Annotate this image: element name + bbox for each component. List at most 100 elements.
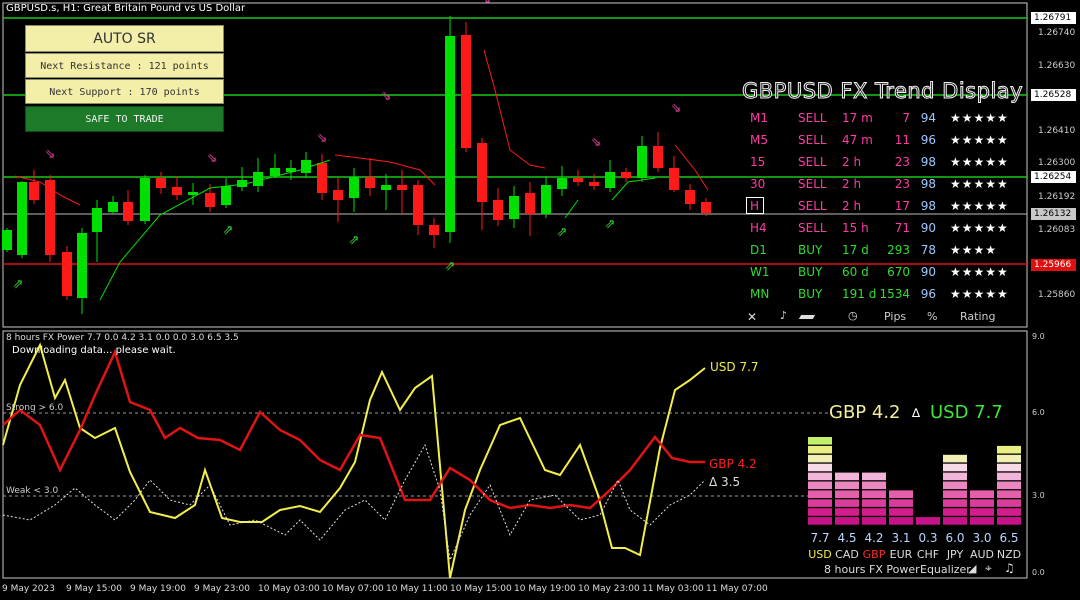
candle-body bbox=[573, 178, 583, 182]
trend-dur: 2 h bbox=[842, 199, 862, 213]
time-tick: 9 May 15:00 bbox=[66, 584, 122, 594]
trend-dur: 2 h bbox=[842, 177, 862, 191]
level-tag-resistance: 1.26528 bbox=[1031, 89, 1076, 101]
price-tick: 1.26630 bbox=[1038, 61, 1076, 71]
crosshair-icon[interactable]: ⌖ bbox=[985, 561, 992, 576]
trend-row-15[interactable]: 15 SELL 2 h 23 98 ★★★★★ bbox=[738, 152, 1030, 172]
fx-power-label: FX Power bbox=[869, 563, 920, 576]
power-y-tick: 6.0 bbox=[1032, 408, 1045, 417]
trend-dur: 17 m bbox=[842, 111, 873, 125]
equalizer-segment bbox=[916, 517, 940, 525]
sell-arrow-icon: ⇘ bbox=[671, 101, 682, 116]
candle-body bbox=[653, 146, 663, 168]
clock-icon[interactable]: ◷ bbox=[848, 309, 858, 322]
equalizer-currency-aud[interactable]: AUD bbox=[968, 548, 996, 561]
equalizer-segment bbox=[997, 499, 1021, 507]
candle-body bbox=[270, 168, 280, 176]
gbp-line-label: GBP 4.2 bbox=[709, 457, 757, 471]
pips-header: Pips bbox=[884, 310, 907, 323]
candle-body bbox=[685, 190, 695, 204]
buy-arrow-icon: ⇗ bbox=[445, 259, 456, 274]
line-style-icon[interactable] bbox=[798, 315, 816, 319]
trend-stars: ★★★★★ bbox=[950, 177, 1009, 191]
trend-row-d1[interactable]: D1 BUY 17 d 293 78 ★★★★ bbox=[738, 240, 1030, 260]
equalizer-segment bbox=[835, 499, 859, 507]
equalizer-segment bbox=[862, 481, 886, 490]
trail-bear bbox=[674, 144, 709, 191]
trend-stars: ★★★★★ bbox=[950, 287, 1009, 301]
trend-pct: 78 bbox=[920, 243, 936, 257]
gbp-power-line bbox=[2, 348, 705, 510]
equalizer-currency-jpy[interactable]: JPY bbox=[941, 548, 969, 561]
strong-level-label: Strong > 6.0 bbox=[6, 403, 64, 413]
trend-row-w1[interactable]: W1 BUY 60 d 670 90 ★★★★★ bbox=[738, 262, 1030, 282]
candle-body bbox=[92, 208, 102, 232]
trend-row-mn[interactable]: MN BUY 191 d 1534 96 ★★★★★ bbox=[738, 284, 1030, 304]
current-timeframe-box bbox=[746, 197, 764, 214]
time-tick: 10 May 15:00 bbox=[450, 584, 512, 594]
equalizer-segment bbox=[943, 508, 967, 516]
equalizer-segment bbox=[835, 481, 859, 490]
candle-body bbox=[333, 190, 343, 200]
candle-body bbox=[205, 193, 215, 207]
music-note-icon[interactable]: ♪ bbox=[780, 309, 787, 322]
candle-body bbox=[461, 35, 471, 148]
equalizer-segment bbox=[862, 472, 886, 481]
equalizer-currency-eur[interactable]: EUR bbox=[887, 548, 915, 561]
trail-bear bbox=[483, 49, 546, 169]
weak-level-label: Weak < 3.0 bbox=[6, 486, 59, 496]
trend-row-m5[interactable]: M5 SELL 47 m 11 96 ★★★★★ bbox=[738, 130, 1030, 150]
equalizer-segment bbox=[808, 517, 832, 525]
candle-body bbox=[62, 252, 72, 296]
trend-dur: 2 h bbox=[842, 155, 862, 169]
mode-selector[interactable]: Equalizer bbox=[920, 563, 971, 576]
candle-body bbox=[156, 178, 166, 188]
trend-row-h4[interactable]: H4 SELL 15 h 71 90 ★★★★★ bbox=[738, 218, 1030, 238]
candle-body bbox=[637, 146, 647, 178]
sell-arrow-icon: ⇘ bbox=[207, 151, 218, 166]
equalizer-segment bbox=[970, 517, 994, 525]
equalizer-segment bbox=[943, 454, 967, 463]
equalizer-segment bbox=[889, 508, 913, 516]
candle-body bbox=[525, 193, 535, 214]
trend-row-h[interactable]: H SELL 2 h 17 98 ★★★★★ bbox=[738, 196, 1030, 216]
equalizer-value: 7.7 bbox=[810, 531, 830, 545]
close-icon[interactable]: ✕ bbox=[747, 310, 757, 324]
equalizer-currency-chf[interactable]: CHF bbox=[914, 548, 942, 561]
candle-body bbox=[123, 202, 133, 221]
equalizer-currency-cad[interactable]: CAD bbox=[833, 548, 861, 561]
triangle-icon[interactable]: ◢ bbox=[968, 562, 976, 575]
equalizer-currency-gbp[interactable]: GBP bbox=[860, 548, 888, 561]
safe-to-trade-status: SAFE TO TRADE bbox=[25, 106, 224, 132]
music-note-icon[interactable]: ♫ bbox=[1004, 561, 1015, 575]
next-resistance-label: Next Resistance : 121 points bbox=[25, 53, 224, 78]
trend-dur: 60 d bbox=[842, 265, 869, 279]
candle-body bbox=[108, 202, 118, 212]
trend-pips: 1534 bbox=[879, 287, 910, 301]
trend-stars: ★★★★ bbox=[950, 243, 998, 257]
candle-body bbox=[172, 187, 182, 195]
buy-arrow-icon: ⇗ bbox=[605, 217, 616, 232]
equalizer-currency-nzd[interactable]: NZD bbox=[995, 548, 1023, 561]
trend-pct: 98 bbox=[920, 155, 936, 169]
level-tag-top: 1.26791 bbox=[1031, 12, 1076, 24]
trend-tf: 30 bbox=[750, 177, 766, 191]
equalizer-value: 6.0 bbox=[945, 531, 965, 545]
equalizer-bars bbox=[808, 437, 1021, 525]
trend-dur: 15 h bbox=[842, 221, 869, 235]
buy-arrow-icon: ⇗ bbox=[223, 223, 234, 238]
trend-signal: SELL bbox=[798, 155, 827, 169]
trend-row-m1[interactable]: M1 SELL 17 m 7 94 ★★★★★ bbox=[738, 108, 1030, 128]
trend-row-30[interactable]: 30 SELL 2 h 23 98 ★★★★★ bbox=[738, 174, 1030, 194]
power-y-tick: 0.0 bbox=[1032, 568, 1045, 577]
trend-stars: ★★★★★ bbox=[950, 111, 1009, 125]
trend-tf: MN bbox=[750, 287, 770, 301]
equalizer-currency-usd[interactable]: USD bbox=[806, 548, 834, 561]
auto-sr-title: AUTO SR bbox=[25, 25, 224, 52]
power-lines bbox=[2, 342, 706, 579]
trend-tf: M5 bbox=[750, 133, 768, 147]
equalizer-segment bbox=[808, 508, 832, 516]
trend-signal: SELL bbox=[798, 177, 827, 191]
period-selector[interactable]: 8 hours bbox=[824, 563, 865, 576]
trend-tf: D1 bbox=[750, 243, 767, 257]
